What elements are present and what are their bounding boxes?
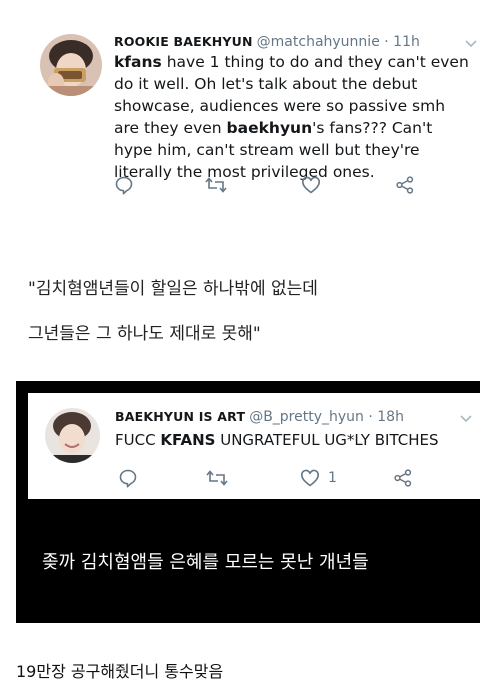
bold-text-run: baekhyun <box>226 119 313 137</box>
tweet-actions <box>114 175 424 199</box>
share-button[interactable] <box>395 175 415 195</box>
like-button[interactable] <box>301 175 321 195</box>
bold-text-run: kfans <box>114 53 162 71</box>
translation-line-2: 그년들은 그 하나도 제대로 못해" <box>28 324 261 344</box>
chevron-down-icon[interactable] <box>465 40 477 48</box>
text-run: FUCC <box>115 431 161 449</box>
tweet-text: FUCC KFANS UNGRATEFUL UG*LY BITCHES <box>115 429 475 451</box>
share-icon <box>394 469 412 487</box>
tweet-text: kfans have 1 thing to do and they can't … <box>114 51 474 183</box>
like-count: 1 <box>328 470 337 486</box>
like-icon <box>302 176 320 194</box>
display-name[interactable]: BAEKHYUN IS ART <box>115 409 245 424</box>
bold-text-run: KFANS <box>160 431 216 449</box>
tweet-header: ROOKIE BAEKHYUN @matchahyunnie · 11h <box>114 34 420 50</box>
reply-icon <box>115 176 133 195</box>
like-button[interactable]: 1 <box>300 468 337 488</box>
reply-icon <box>119 469 137 488</box>
avatar[interactable] <box>45 408 100 463</box>
retweet-button[interactable] <box>206 468 228 488</box>
like-icon <box>301 469 319 487</box>
post-caption: 19만장 공구해줬더니 통수맞음 <box>16 662 224 681</box>
avatar[interactable] <box>40 34 102 96</box>
reply-button[interactable] <box>114 175 134 195</box>
tweet-card-2: BAEKHYUN IS ART @B_pretty_hyun · 18h FUCC… <box>28 393 480 499</box>
share-icon <box>396 176 414 194</box>
retweet-button[interactable] <box>205 175 227 195</box>
handle-time: @B_pretty_hyun · 18h <box>249 409 404 425</box>
handle-time: @matchahyunnie · 11h <box>256 34 420 50</box>
retweet-icon <box>205 177 227 193</box>
chevron-down-icon[interactable] <box>460 415 472 423</box>
translation-line-1: "김치혐앰년들이 할일은 하나밖에 없는데 <box>28 279 318 299</box>
share-button[interactable] <box>393 468 413 488</box>
display-name[interactable]: ROOKIE BAEKHYUN <box>114 34 253 49</box>
translation-subtitle: 좆까 김치혐앰들 은혜를 모르는 못난 개년들 <box>42 552 369 573</box>
text-run: UNGRATEFUL UG*LY BITCHES <box>215 431 439 449</box>
tweet-card-1: ROOKIE BAEKHYUN @matchahyunnie · 11h kfan… <box>0 0 480 225</box>
reply-button[interactable] <box>118 468 138 488</box>
tweet-actions: 1 <box>118 468 428 492</box>
retweet-icon <box>206 470 228 486</box>
tweet-header: BAEKHYUN IS ART @B_pretty_hyun · 18h <box>115 409 404 425</box>
